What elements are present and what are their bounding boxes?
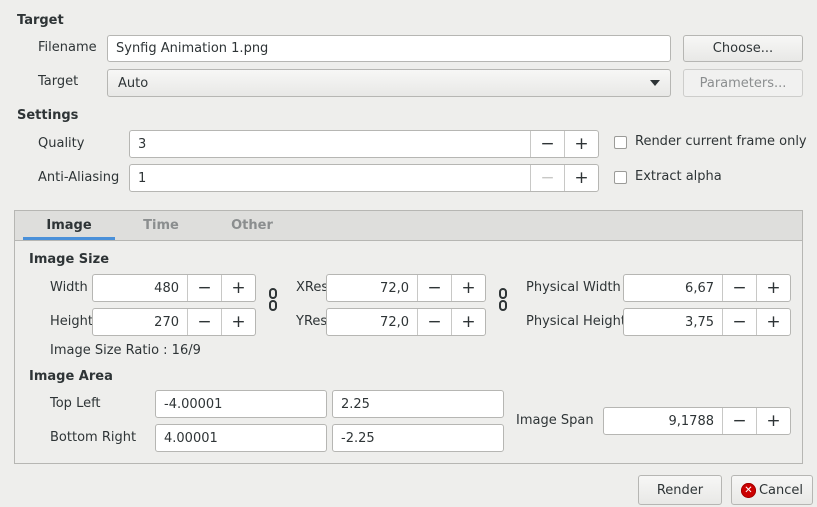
quality-spinbutton[interactable]: 3 − + (129, 130, 599, 158)
image-area-title: Image Area (29, 369, 113, 384)
choose-button-label: Choose... (712, 41, 774, 56)
physical-height-value[interactable]: 3,75 (624, 309, 722, 335)
tab-image[interactable]: Image (23, 211, 115, 240)
bottom-right-x-input[interactable]: 4.00001 (155, 424, 327, 452)
top-left-x-input[interactable]: -4.00001 (155, 390, 327, 418)
top-left-y-value: 2.25 (341, 396, 370, 412)
cancel-icon: ✕ (740, 482, 756, 498)
link-size-toggle[interactable] (267, 288, 279, 317)
image-span-increment-button[interactable]: + (756, 408, 790, 434)
extract-alpha-label[interactable]: Extract alpha (635, 169, 722, 184)
physical-width-label: Physical Width (526, 280, 621, 295)
yres-value[interactable]: 72,0 (327, 309, 417, 335)
filename-input[interactable]: Synfig Animation 1.png (107, 35, 671, 62)
antialiasing-value[interactable]: 1 (130, 165, 530, 191)
width-decrement-button[interactable]: − (187, 275, 221, 301)
tab-bar: Image Time Other (15, 211, 802, 241)
xres-spinbutton[interactable]: 72,0 − + (326, 274, 486, 302)
physical-width-value[interactable]: 6,67 (624, 275, 722, 301)
physical-height-spinbutton[interactable]: 3,75 − + (623, 308, 791, 336)
tab-time[interactable]: Time (120, 211, 202, 240)
antialiasing-increment-button[interactable]: + (564, 165, 598, 191)
bottom-right-label: Bottom Right (50, 430, 137, 445)
target-section-title: Target (17, 13, 64, 28)
width-label: Width (50, 280, 88, 295)
image-span-decrement-button[interactable]: − (722, 408, 756, 434)
render-current-frame-checkbox[interactable] (614, 136, 627, 149)
bottom-right-y-value: -2.25 (341, 430, 375, 446)
antialiasing-decrement-button[interactable]: − (530, 165, 564, 191)
link-resolution-toggle[interactable] (497, 288, 509, 317)
chain-link-icon (499, 288, 507, 299)
active-tab-indicator (23, 237, 115, 240)
cancel-button[interactable]: ✕ Cancel (731, 475, 813, 505)
cancel-button-label: Cancel (758, 482, 804, 498)
image-span-value[interactable]: 9,1788 (604, 408, 722, 434)
chain-link-icon (269, 300, 277, 311)
image-span-label: Image Span (516, 413, 594, 428)
yres-increment-button[interactable]: + (451, 309, 485, 335)
render-button[interactable]: Render (638, 475, 722, 505)
antialiasing-spinbutton[interactable]: 1 − + (129, 164, 599, 192)
quality-increment-button[interactable]: + (564, 131, 598, 157)
chain-link-icon (499, 300, 507, 311)
xres-label: XRes (296, 280, 329, 295)
top-left-label: Top Left (50, 396, 101, 411)
bottom-right-y-input[interactable]: -2.25 (332, 424, 504, 452)
target-dropdown[interactable]: Auto (107, 69, 671, 97)
quality-value[interactable]: 3 (130, 131, 530, 157)
width-increment-button[interactable]: + (221, 275, 255, 301)
yres-spinbutton[interactable]: 72,0 − + (326, 308, 486, 336)
height-value[interactable]: 270 (93, 309, 187, 335)
settings-section-title: Settings (17, 108, 79, 123)
xres-decrement-button[interactable]: − (417, 275, 451, 301)
top-left-y-input[interactable]: 2.25 (332, 390, 504, 418)
image-size-title: Image Size (29, 252, 110, 267)
height-label: Height (50, 314, 93, 329)
physical-width-increment-button[interactable]: + (756, 275, 790, 301)
xres-value[interactable]: 72,0 (327, 275, 417, 301)
physical-height-increment-button[interactable]: + (756, 309, 790, 335)
parameters-button-label: Parameters... (699, 75, 787, 91)
parameters-button[interactable]: Parameters... (683, 69, 803, 97)
filename-value: Synfig Animation 1.png (116, 41, 269, 56)
tab-other[interactable]: Other (209, 211, 295, 240)
physical-width-spinbutton[interactable]: 6,67 − + (623, 274, 791, 302)
quality-label: Quality (38, 136, 85, 151)
top-left-x-value: -4.00001 (164, 396, 223, 412)
yres-decrement-button[interactable]: − (417, 309, 451, 335)
filename-label: Filename (38, 40, 97, 55)
target-dropdown-value: Auto (118, 75, 149, 91)
target-label: Target (38, 74, 79, 89)
render-current-frame-label[interactable]: Render current frame only (635, 134, 807, 149)
height-spinbutton[interactable]: 270 − + (92, 308, 256, 336)
width-value[interactable]: 480 (93, 275, 187, 301)
height-increment-button[interactable]: + (221, 309, 255, 335)
antialiasing-label: Anti-Aliasing (38, 170, 120, 185)
image-size-ratio: Image Size Ratio : 16/9 (50, 343, 201, 358)
extract-alpha-checkbox[interactable] (614, 171, 627, 184)
chain-link-icon (269, 288, 277, 299)
choose-button[interactable]: Choose... (683, 35, 803, 62)
width-spinbutton[interactable]: 480 − + (92, 274, 256, 302)
quality-decrement-button[interactable]: − (530, 131, 564, 157)
render-button-label: Render (656, 482, 704, 498)
physical-height-label: Physical Height (526, 314, 626, 329)
yres-label: YRes (296, 314, 328, 329)
bottom-right-x-value: 4.00001 (164, 430, 218, 446)
xres-increment-button[interactable]: + (451, 275, 485, 301)
height-decrement-button[interactable]: − (187, 309, 221, 335)
image-span-spinbutton[interactable]: 9,1788 − + (603, 407, 791, 435)
physical-width-decrement-button[interactable]: − (722, 275, 756, 301)
chevron-down-icon (650, 80, 660, 86)
physical-height-decrement-button[interactable]: − (722, 309, 756, 335)
